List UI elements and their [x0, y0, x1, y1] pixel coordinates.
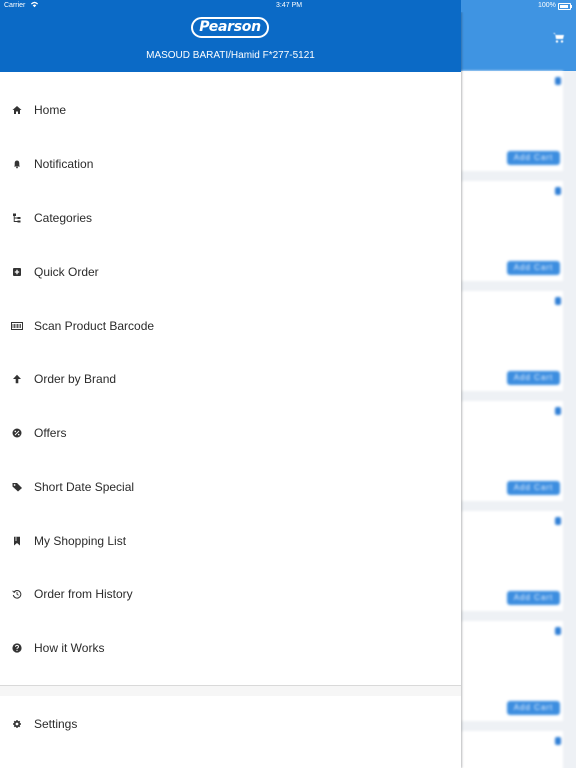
- clock-label: 3:47 PM: [276, 2, 303, 9]
- battery-icon: [558, 3, 571, 10]
- product-card[interactable]: Add Cart: [461, 621, 563, 721]
- bell-icon: [12, 159, 22, 169]
- pearson-logo: Pearson: [191, 17, 269, 38]
- bookmark-icon: [12, 536, 22, 546]
- product-card[interactable]: Add Cart: [461, 181, 563, 281]
- arrow-up-icon: [12, 374, 22, 384]
- product-badge: [555, 737, 561, 745]
- menu-item-quick-order[interactable]: Quick Order: [0, 257, 461, 287]
- product-card[interactable]: [461, 731, 563, 768]
- menu-item-notification[interactable]: Notification: [0, 149, 461, 179]
- add-cart-button[interactable]: Add Cart: [507, 481, 560, 495]
- product-badge: [555, 407, 561, 415]
- tags-icon: [12, 482, 23, 492]
- menu-item-label: Settings: [34, 717, 78, 731]
- user-account-label: MASOUD BARATI/Hamid F*277-5121: [146, 50, 315, 61]
- product-card[interactable]: Add Cart: [461, 291, 563, 391]
- hierarchy-icon: [12, 213, 22, 223]
- cart-icon[interactable]: [553, 30, 565, 43]
- menu-item-label: My Shopping List: [34, 534, 127, 548]
- menu-item-home[interactable]: Home: [0, 95, 461, 125]
- drawer-header: Pearson MASOUD BARATI/Hamid F*277-5121: [0, 12, 461, 72]
- product-card[interactable]: Add Cart: [461, 511, 563, 611]
- menu-item-label: Short Date Special: [34, 480, 135, 494]
- main-screen-background: Add Cart Add Cart Add Cart Add Cart Add …: [461, 0, 576, 768]
- product-badge: [555, 77, 561, 85]
- product-badge: [555, 297, 561, 305]
- menu-item-short-date-special[interactable]: Short Date Special: [0, 472, 461, 502]
- navigation-drawer: Pearson MASOUD BARATI/Hamid F*277-5121 H…: [0, 12, 461, 768]
- add-cart-button[interactable]: Add Cart: [507, 371, 560, 385]
- menu-item-scan-barcode[interactable]: Scan Product Barcode: [0, 311, 461, 341]
- home-icon: [12, 105, 22, 115]
- question-circle-icon: [12, 643, 22, 653]
- barcode-icon: [11, 321, 23, 331]
- product-badge: [555, 517, 561, 525]
- menu-item-my-shopping-list[interactable]: My Shopping List: [0, 526, 461, 556]
- battery-nub: [571, 5, 572, 8]
- menu-section-gap: [0, 686, 461, 696]
- carrier-label: Carrier: [4, 2, 26, 9]
- product-badge: [555, 627, 561, 635]
- menu-item-settings[interactable]: Settings: [0, 709, 461, 739]
- menu-item-label: Categories: [34, 211, 93, 225]
- menu-item-label: Scan Product Barcode: [34, 319, 155, 333]
- status-bar: [0, 0, 461, 12]
- menu-item-order-from-history[interactable]: Order from History: [0, 579, 461, 609]
- wifi-icon: [30, 0, 39, 13]
- menu-item-order-by-brand[interactable]: Order by Brand: [0, 364, 461, 394]
- add-cart-button[interactable]: Add Cart: [507, 591, 560, 605]
- menu-item-label: Offers: [34, 426, 67, 440]
- menu-item-label: Order by Brand: [34, 372, 117, 386]
- product-list-blurred: Add Cart Add Cart Add Cart Add Cart Add …: [461, 71, 576, 768]
- gear-icon: [12, 719, 22, 729]
- add-cart-button[interactable]: Add Cart: [507, 701, 560, 715]
- menu-item-label: Order from History: [34, 587, 133, 601]
- menu-item-categories[interactable]: Categories: [0, 203, 461, 233]
- add-cart-button[interactable]: Add Cart: [507, 261, 560, 275]
- percent-badge-icon: [12, 428, 22, 438]
- product-card[interactable]: Add Cart: [461, 71, 563, 171]
- product-card[interactable]: Add Cart: [461, 401, 563, 501]
- menu-item-label: How it Works: [34, 641, 105, 655]
- history-icon: [12, 589, 22, 599]
- product-badge: [555, 187, 561, 195]
- menu-item-label: Notification: [34, 157, 94, 171]
- add-cart-button[interactable]: Add Cart: [507, 151, 560, 165]
- plus-square-icon: [12, 267, 22, 277]
- battery-percent: 100%: [538, 2, 556, 9]
- menu-item-offers[interactable]: Offers: [0, 418, 461, 448]
- menu-item-how-it-works[interactable]: How it Works: [0, 633, 461, 663]
- menu-item-label: Home: [34, 103, 67, 117]
- menu-item-label: Quick Order: [34, 265, 99, 279]
